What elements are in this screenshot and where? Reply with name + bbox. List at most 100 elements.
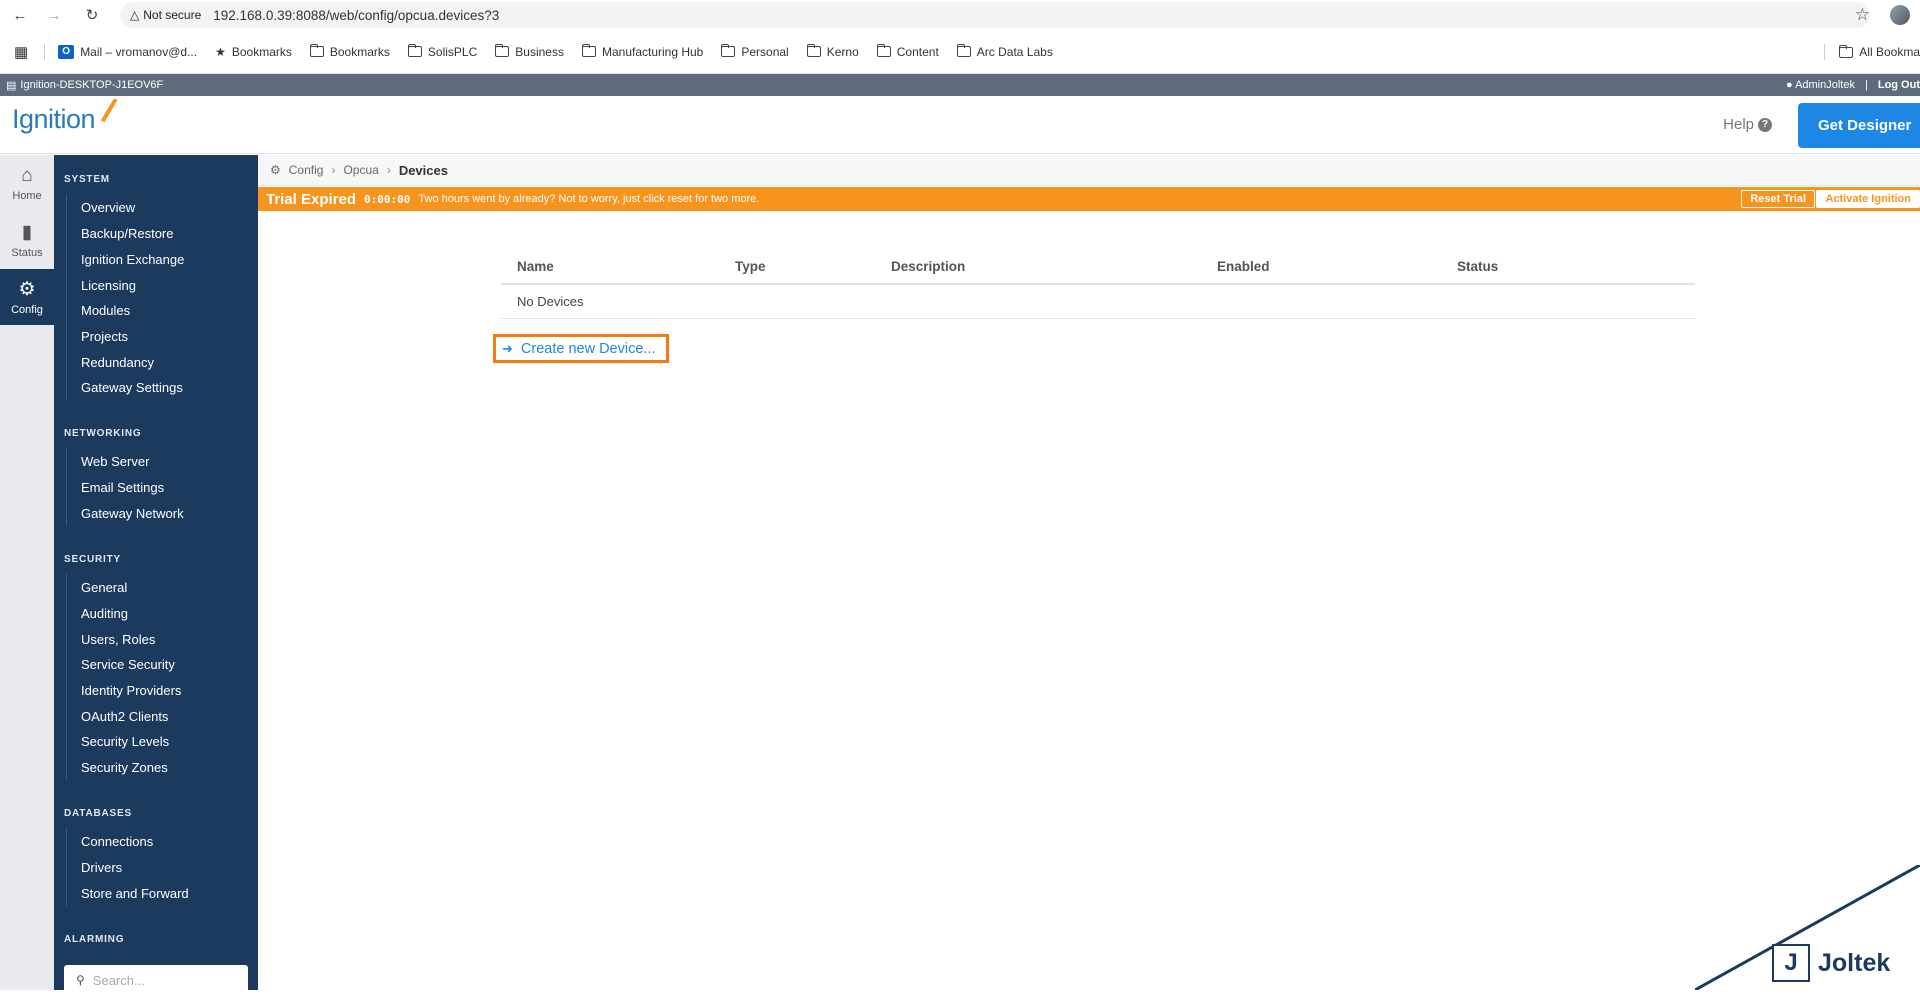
sidebar-item-ignition-exchange[interactable]: Ignition Exchange [66, 246, 246, 272]
sidebar-item-service-security[interactable]: Service Security [66, 651, 246, 677]
joltek-watermark: J Joltek [1772, 944, 1890, 982]
search-input[interactable]: Search... [93, 973, 145, 988]
bookmark-starred[interactable]: ★ Bookmarks [206, 45, 301, 59]
apps-grid-icon[interactable]: ▦ [0, 43, 40, 61]
sidebar-item-overview[interactable]: Overview [66, 194, 246, 220]
gear-icon: ⚙ [18, 278, 35, 301]
bookmark-folder-business[interactable]: Business [486, 45, 573, 59]
bookmarks-bar: ▦ O Mail – vromanov@d... ★ Bookmarks Boo… [0, 30, 1920, 74]
create-new-device-label: Create new Device... [521, 341, 656, 357]
sidebar-item-security-levels[interactable]: Security Levels [66, 728, 246, 754]
sidebar-item-oauth2-clients[interactable]: OAuth2 Clients [66, 703, 246, 729]
sidebar-item-gateway-network[interactable]: Gateway Network [66, 500, 246, 526]
help-icon: ? [1758, 118, 1772, 132]
get-designer-button[interactable]: Get Designer [1798, 103, 1920, 148]
section-title-networking: NETWORKING [64, 428, 141, 439]
address-bar[interactable]: △ Not secure 192.168.0.39:8088/web/confi… [120, 2, 1870, 28]
reset-trial-button[interactable]: Reset Trial [1741, 190, 1815, 208]
rail-home[interactable]: ⌂ Home [0, 155, 54, 211]
logout-link[interactable]: Log Out [1878, 79, 1920, 91]
gateway-icon: ▤ [6, 79, 16, 92]
sidebar-item-auditing[interactable]: Auditing [66, 600, 246, 626]
folder-icon [310, 46, 324, 57]
sidebar-item-security-zones[interactable]: Security Zones [66, 754, 246, 780]
breadcrumb-opcua[interactable]: Opcua [343, 163, 378, 177]
back-icon[interactable]: ← [6, 1, 34, 29]
gateway-strip: ▤ Ignition-DESKTOP-J1EOV6F ● AdminJoltek… [0, 74, 1920, 96]
sidebar-item-users-roles[interactable]: Users, Roles [66, 626, 246, 652]
forward-icon[interactable]: → [40, 1, 68, 29]
rail-status[interactable]: ▮ Status [0, 212, 54, 268]
sidebar-item-redundancy[interactable]: Redundancy [66, 349, 246, 375]
rail-status-label: Status [11, 247, 42, 259]
arrow-right-icon: ➜ [502, 341, 513, 357]
all-bookmarks-divider [1824, 44, 1825, 60]
bookmark-mail[interactable]: O Mail – vromanov@d... [49, 45, 206, 59]
folder-icon [1839, 47, 1853, 58]
rail-home-label: Home [12, 190, 41, 202]
breadcrumb: ⚙ Config › Opcua › Devices [258, 155, 1920, 186]
sidebar-item-email-settings[interactable]: Email Settings [66, 474, 246, 500]
bookmark-folder-arc-data-labs[interactable]: Arc Data Labs [948, 45, 1062, 59]
bookmarks-divider [44, 44, 45, 60]
breadcrumb-config[interactable]: Config [289, 163, 324, 177]
folder-icon [495, 46, 509, 57]
sidebar-item-backup-restore[interactable]: Backup/Restore [66, 220, 246, 246]
app-header: Ignition/ Help ? Get Designer [0, 96, 1920, 154]
rail-config[interactable]: ⚙ Config [0, 269, 54, 325]
outlook-icon: O [58, 45, 74, 59]
bookmark-folder-personal[interactable]: Personal [712, 45, 797, 59]
column-enabled: Enabled [1217, 259, 1270, 274]
user-link[interactable]: ● AdminJoltek [1786, 79, 1855, 91]
logo-text: Ignition [12, 104, 95, 134]
sidebar-item-web-server[interactable]: Web Server [66, 448, 246, 474]
warning-icon: △ [130, 8, 139, 22]
table-row: No Devices [501, 285, 1695, 319]
sidebar-item-licensing[interactable]: Licensing [66, 272, 246, 298]
browser-toolbar: ← → ↻ △ Not secure 192.168.0.39:8088/web… [0, 0, 1920, 30]
sidebar-item-store-and-forward[interactable]: Store and Forward [66, 880, 246, 906]
ignition-logo[interactable]: Ignition/ [12, 104, 95, 135]
bookmark-star-icon[interactable]: ☆ [1855, 5, 1870, 25]
section-title-system: SYSTEM [64, 174, 110, 185]
folder-icon [957, 46, 971, 57]
section-title-databases: DATABASES [64, 808, 132, 819]
home-icon: ⌂ [21, 165, 32, 187]
chevron-right-icon: › [331, 163, 335, 177]
table-header: Name Type Description Enabled Status [501, 250, 1695, 285]
folder-icon [877, 46, 891, 57]
url-text[interactable]: 192.168.0.39:8088/web/config/opcua.devic… [213, 8, 499, 23]
sidebar-search[interactable]: ⚲ Search... [64, 965, 248, 995]
trial-message: Two hours went by already? Not to worry,… [418, 193, 759, 205]
sidebar-item-connections[interactable]: Connections [66, 828, 246, 854]
strip-divider: | [1865, 79, 1868, 91]
help-link[interactable]: Help ? [1723, 116, 1772, 133]
column-type: Type [735, 259, 766, 274]
trial-title: Trial Expired [266, 191, 356, 208]
bookmark-folder-solisplc[interactable]: SolisPLC [399, 45, 486, 59]
sidebar-item-gateway-settings[interactable]: Gateway Settings [66, 374, 246, 400]
sidebar-item-drivers[interactable]: Drivers [66, 854, 246, 880]
sidebar-item-projects[interactable]: Projects [66, 323, 246, 349]
sidebar-item-general[interactable]: General [66, 574, 246, 600]
icon-rail: ⌂ Home ▮ Status ⚙ Config [0, 155, 54, 990]
bookmark-folder-bookmarks[interactable]: Bookmarks [301, 45, 399, 59]
bookmark-folder-content[interactable]: Content [868, 45, 948, 59]
not-secure-badge[interactable]: △ Not secure [130, 8, 213, 22]
folder-icon [582, 46, 596, 57]
sidebar-item-modules[interactable]: Modules [66, 297, 246, 323]
column-name: Name [517, 259, 554, 274]
sidebar-item-identity-providers[interactable]: Identity Providers [66, 677, 246, 703]
section-title-security: SECURITY [64, 554, 121, 565]
bookmark-folder-manufacturing-hub[interactable]: Manufacturing Hub [573, 45, 712, 59]
logo-tick-icon: / [98, 92, 120, 132]
reload-icon[interactable]: ↻ [78, 1, 106, 29]
all-bookmarks[interactable]: All Bookma [1824, 30, 1920, 74]
rail-config-label: Config [11, 304, 43, 316]
profile-avatar[interactable] [1890, 5, 1910, 25]
create-new-device-link[interactable]: ➜ Create new Device... [493, 334, 669, 363]
bookmark-folder-kerno[interactable]: Kerno [798, 45, 868, 59]
config-sidebar: SYSTEM Overview Backup/Restore Ignition … [54, 155, 258, 990]
activate-ignition-button[interactable]: Activate Ignition [1816, 190, 1920, 208]
user-name: AdminJoltek [1795, 79, 1855, 91]
